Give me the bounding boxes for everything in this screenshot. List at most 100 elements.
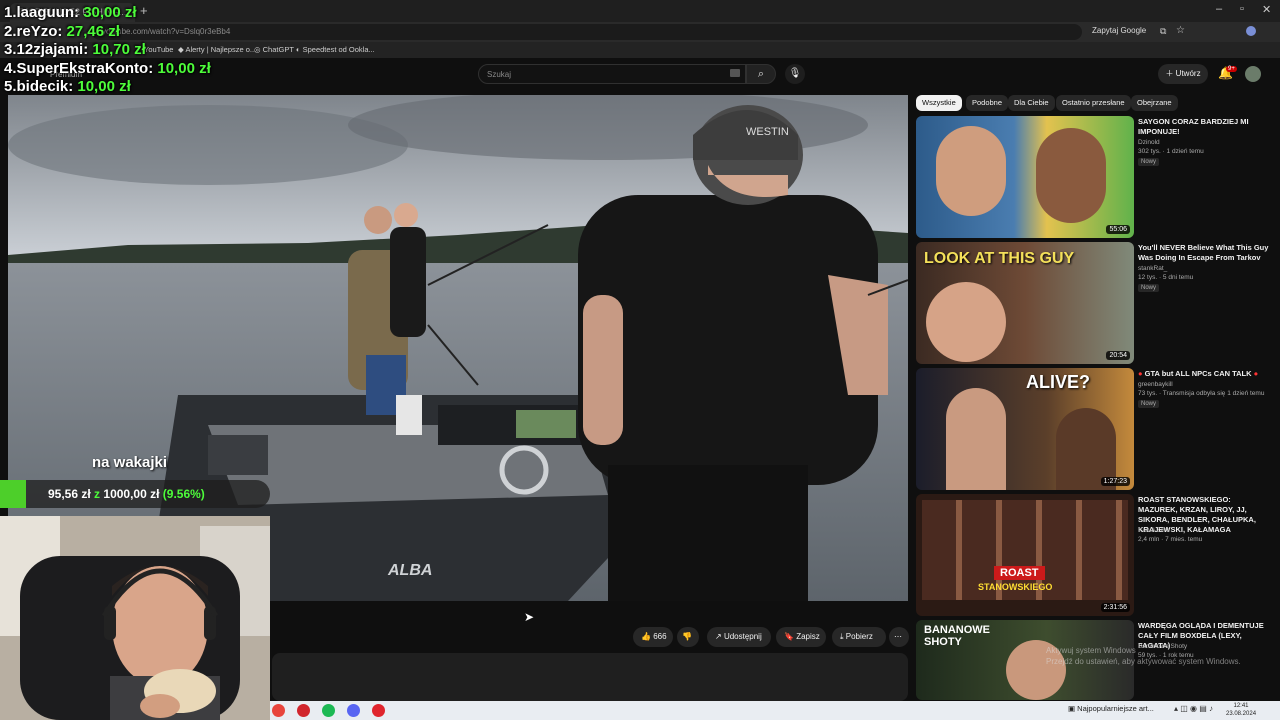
windows-activation-watermark: Aktywuj system Windows Przejdź do ustawi… [1046,645,1241,667]
donor-name: reYzo: [16,22,63,40]
goal-widget: 95,56 zł z 1000,00 zł (9.56%) [0,480,270,510]
save-label: Zapisz [796,632,820,641]
goal-current: 95,56 zł [48,487,91,501]
search-button[interactable]: ⌕ [746,64,776,84]
thumb-text: LOOK AT THIS GUY [924,250,1075,267]
live-dot-icon: ● [1138,369,1143,378]
bookmark-star-icon[interactable]: ☆ [1176,25,1185,36]
goal-title: na wakajki [92,454,168,471]
rec-meta: 73 tys. · Transmisja odbyła się 1 dzień … [1138,390,1265,397]
goal-connector: z [94,487,101,501]
share-button[interactable]: ↗ Udostępnij [707,627,771,647]
new-badge: Nowy [1138,158,1160,166]
download-label: Pobierz [845,632,873,641]
rec-title[interactable]: ● GTA but ALL NPCs CAN TALK ● [1138,369,1270,379]
donation-row: 1.laaguun: 30,00 zł [4,4,211,23]
cap-brand-text: WESTIN [746,126,789,138]
donation-row: 5.bidecik: 10,00 zł [4,78,211,97]
donor-name: SuperEkstraKonto: [16,59,154,77]
rec-meta: 302 tys. · 1 dzień temu [1138,148,1204,155]
more-actions-icon[interactable]: ⋯ [889,627,909,647]
mic-icon[interactable]: 🎙 [785,64,805,84]
news-widget[interactable]: ▣ Najpopularniejsze art... [1068,704,1154,713]
like-button[interactable]: 👍 666 [633,627,673,647]
rec-channel[interactable]: greenbaykill [1138,381,1173,388]
chip-related[interactable]: Podobne [966,95,1009,111]
clock[interactable]: 12:41 23.08.2024 [1226,702,1256,718]
rec-thumbnail[interactable]: 55:06 [916,116,1134,238]
rec-thumbnail[interactable]: LOOK AT THIS GUY 20:54 [916,242,1134,364]
chip-recently-uploaded[interactable]: Ostatnio przesłane [1056,95,1131,111]
profile-icon[interactable] [1246,26,1256,36]
rec-channel[interactable]: Kanał Zero [1138,527,1170,534]
create-button[interactable]: ＋ Utwórz [1158,64,1208,84]
donor-rank: 5. [4,78,17,96]
rec-channel[interactable]: stankRat_ [1138,265,1167,272]
donation-amount: 27,46 zł [66,22,120,40]
rec-title-text: GTA but ALL NPCs CAN TALK [1144,369,1252,378]
goal-progress-label: 95,56 zł z 1000,00 zł (9.56%) [48,487,205,501]
opera-icon[interactable] [297,704,310,717]
donation-row: 3.12zjajami: 10,70 zł [4,41,211,60]
new-badge: Nowy [1138,284,1160,292]
new-badge: Nowy [1138,400,1160,408]
chrome-icon[interactable] [272,704,285,717]
bookmark-chatgpt[interactable]: ◎ ChatGPT [254,45,294,54]
share-label: Udostępnij [723,632,762,641]
face-icon [926,282,1006,362]
create-label: Utwórz [1175,69,1201,78]
donor-rank: 4. [4,59,17,77]
tray-icons[interactable]: ▴ ◫ ◉ ▤ ♪ [1174,704,1213,713]
rec-meta: 2,4 mln · 7 mies. temu [1138,536,1203,543]
rec-title[interactable]: You'll NEVER Believe What This Guy Was D… [1138,243,1270,263]
face-icon [936,126,1006,216]
download-button[interactable]: ⤓ Pobierz [832,627,886,647]
search-input[interactable]: Szukaj [478,64,746,84]
boat-brand-text: ALBA [387,562,432,579]
donation-row: 4.SuperEkstraKonto: 10,00 zł [4,60,211,79]
minimize-icon[interactable]: – [1216,3,1222,15]
rec-thumbnail[interactable]: ALIVE? 1:27:23 [916,368,1134,490]
clock-time: 12:41 [1233,703,1249,709]
bookmark-label: Speedtest od Ookla... [302,45,375,54]
ask-google-button[interactable]: Zapytaj Google [1092,26,1146,35]
chip-all[interactable]: Wszystkie [916,95,962,111]
spotify-icon[interactable] [322,704,335,717]
save-button[interactable]: 🔖 Zapisz [776,627,826,647]
chip-for-you[interactable]: Dla Ciebie [1008,95,1055,111]
donor-rank: 2. [4,22,17,40]
duration-badge: 55:06 [1106,225,1130,234]
avatar[interactable] [1245,66,1261,82]
donation-amount: 30,00 zł [83,4,137,21]
thumb-text: ROAST [994,566,1045,580]
thumb-text-2: STANOWSKIEGO [978,582,1053,592]
keyboard-icon[interactable] [730,69,740,77]
obs-icon[interactable] [372,704,385,717]
rec-channel[interactable]: Dzinold [1138,139,1160,146]
duration-badge: 2:31:56 [1100,603,1130,612]
donor-rank: 1. [4,4,17,21]
close-icon[interactable]: ✕ [1262,3,1271,16]
rec-meta: 12 tys. · 5 dni temu [1138,274,1194,281]
description-box[interactable] [272,653,908,701]
goal-target: 1000,00 zł [103,487,160,501]
activation-line-2: Przejdź do ustawień, aby aktywować syste… [1046,657,1241,666]
goal-progress-fill [0,480,26,508]
bookmark-speedtest[interactable]: ◐ Speedtest od Ookla... [296,45,375,54]
duration-badge: 20:54 [1106,351,1130,360]
donation-amount: 10,00 zł [77,78,131,96]
discord-icon[interactable] [347,704,360,717]
donation-amount: 10,00 zł [157,59,211,77]
npc-figure [946,388,1006,490]
address-bar[interactable]: youtube.com/watch?v=Dslq0r3eBb4 [92,24,1082,40]
maximize-icon[interactable]: ▫ [1240,3,1244,15]
rec-thumbnail[interactable]: ROAST STANOWSKIEGO 2:31:56 [916,494,1134,616]
rec-title[interactable]: SAYGON CORAZ BARDZIEJ MI IMPONUJE! [1138,117,1270,137]
donor-name: laaguun: [16,4,80,21]
webcam-frame [0,516,270,720]
clock-date: 23.08.2024 [1226,711,1257,717]
cast-icon[interactable]: ⧉ [1160,26,1166,37]
dislike-button[interactable]: 👎 [677,627,699,647]
donor-rank: 3. [4,41,17,59]
chip-watched[interactable]: Obejrzane [1131,95,1178,111]
